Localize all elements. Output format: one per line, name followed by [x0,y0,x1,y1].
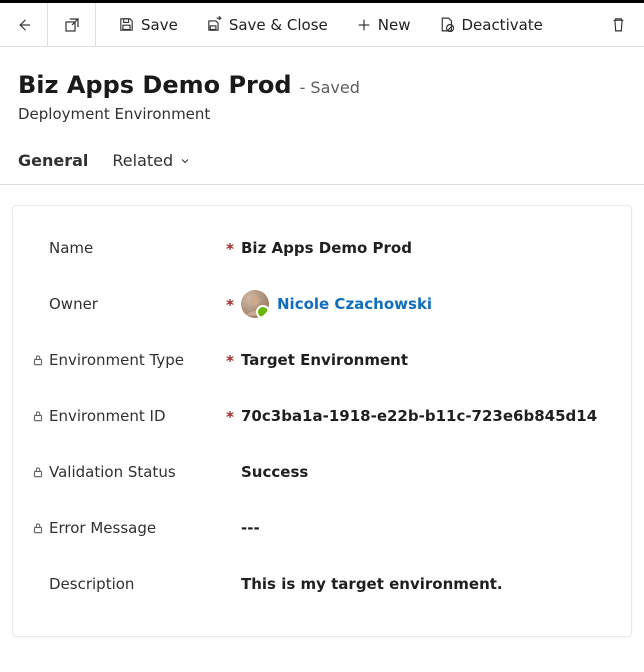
field-row-owner: Owner * Nicole Czachowski [23,276,621,332]
owner-lookup-link[interactable]: Nicole Czachowski [277,295,432,313]
lock-icon [31,465,45,479]
field-label: Owner [49,295,219,313]
save-icon [118,16,135,33]
save-button[interactable]: Save [108,10,188,40]
trash-icon [610,16,627,33]
field-label: Environment Type [49,351,219,369]
field-label: Description [49,575,219,593]
field-row-env-type: Environment Type * Target Environment [23,332,621,388]
delete-button[interactable] [600,7,636,43]
deactivate-icon [438,16,455,33]
back-arrow-icon [15,16,33,34]
tab-general[interactable]: General [18,151,88,170]
save-and-close-button[interactable]: Save & Close [196,10,338,40]
required-indicator: * [226,240,234,258]
form-tabs: General Related [0,133,644,185]
error-field: --- [241,519,617,537]
lock-icon [31,409,45,423]
validation-field: Success [241,463,617,481]
field-row-env-id: Environment ID * 70c3ba1a-1918-e22b-b11c… [23,388,621,444]
lock-icon [31,521,45,535]
description-field[interactable]: This is my target environment. [241,575,617,593]
lock-icon [31,353,45,367]
record-title: Biz Apps Demo Prod [18,71,292,99]
field-label: Validation Status [49,463,219,481]
field-label: Environment ID [49,407,219,425]
required-indicator: * [226,408,234,426]
name-field[interactable]: Biz Apps Demo Prod [241,239,617,257]
presence-indicator [256,305,269,318]
new-label: New [378,16,411,34]
tab-general-label: General [18,151,88,170]
env-type-field: Target Environment [241,351,617,369]
chevron-down-icon [179,155,191,167]
field-row-error: Error Message --- [23,500,621,556]
open-in-new-window-button[interactable] [48,3,96,47]
save-close-icon [206,16,223,33]
entity-type-label: Deployment Environment [18,105,626,123]
deactivate-label: Deactivate [461,16,542,34]
back-button[interactable] [0,3,48,47]
env-id-field: 70c3ba1a-1918-e22b-b11c-723e6b845d14 [241,407,617,425]
avatar [241,290,269,318]
field-row-validation: Validation Status Success [23,444,621,500]
tab-related-label: Related [112,151,173,170]
field-row-name: Name * Biz Apps Demo Prod [23,220,621,276]
required-indicator: * [226,296,234,314]
field-label: Name [49,239,219,257]
owner-field[interactable]: Nicole Czachowski [241,290,617,318]
required-indicator: * [226,352,234,370]
saved-indicator: - Saved [300,78,360,97]
form-panel: Name * Biz Apps Demo Prod Owner * Nicole… [12,205,632,637]
save-close-label: Save & Close [229,16,328,34]
new-button[interactable]: New [346,10,421,40]
save-label: Save [141,16,178,34]
record-header: Biz Apps Demo Prod - Saved Deployment En… [0,47,644,133]
tab-related[interactable]: Related [112,151,191,170]
command-bar: Save Save & Close New Deactivate [0,3,644,47]
plus-icon [356,17,372,33]
field-label: Error Message [49,519,219,537]
deactivate-button[interactable]: Deactivate [428,10,552,40]
open-in-new-icon [63,16,81,34]
field-row-description: Description This is my target environmen… [23,556,621,612]
